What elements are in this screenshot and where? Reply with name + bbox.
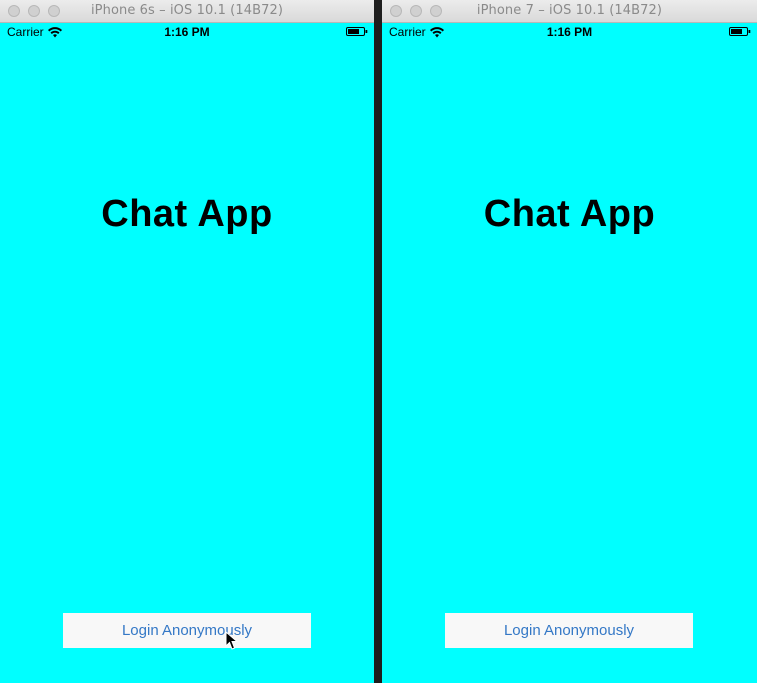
- battery-icon: [729, 27, 751, 36]
- status-bar: Carrier 1:16 PM: [382, 23, 757, 40]
- window-title: iPhone 7 – iOS 10.1 (14B72): [476, 3, 663, 18]
- device-screen: Carrier 1:16 PM Chat App Login Anonymous…: [0, 23, 374, 683]
- window-gap: [374, 0, 382, 683]
- app-title: Chat App: [483, 193, 656, 235]
- login-anonymously-button[interactable]: Login Anonymously: [445, 613, 693, 648]
- login-anonymously-button[interactable]: Login Anonymously: [63, 613, 311, 648]
- status-bar: Carrier 1:16 PM: [0, 23, 374, 40]
- window-titlebar[interactable]: iPhone 7 – iOS 10.1 (14B72): [382, 0, 757, 23]
- window-title: iPhone 6s – iOS 10.1 (14B72): [90, 3, 284, 18]
- status-time: 1:16 PM: [164, 25, 210, 39]
- battery-icon: [346, 27, 368, 36]
- status-time: 1:16 PM: [546, 25, 593, 39]
- device-screen: Carrier 1:16 PM Chat App Login Anonymous…: [382, 23, 757, 683]
- app-title: Chat App: [101, 193, 273, 235]
- simulator-window-iphone-7: iPhone 7 – iOS 10.1 (14B72) Carrier 1:16…: [382, 0, 757, 683]
- simulator-window-iphone-6s: iPhone 6s – iOS 10.1 (14B72) Carrier 1:1…: [0, 0, 374, 683]
- window-titlebar[interactable]: iPhone 6s – iOS 10.1 (14B72): [0, 0, 374, 23]
